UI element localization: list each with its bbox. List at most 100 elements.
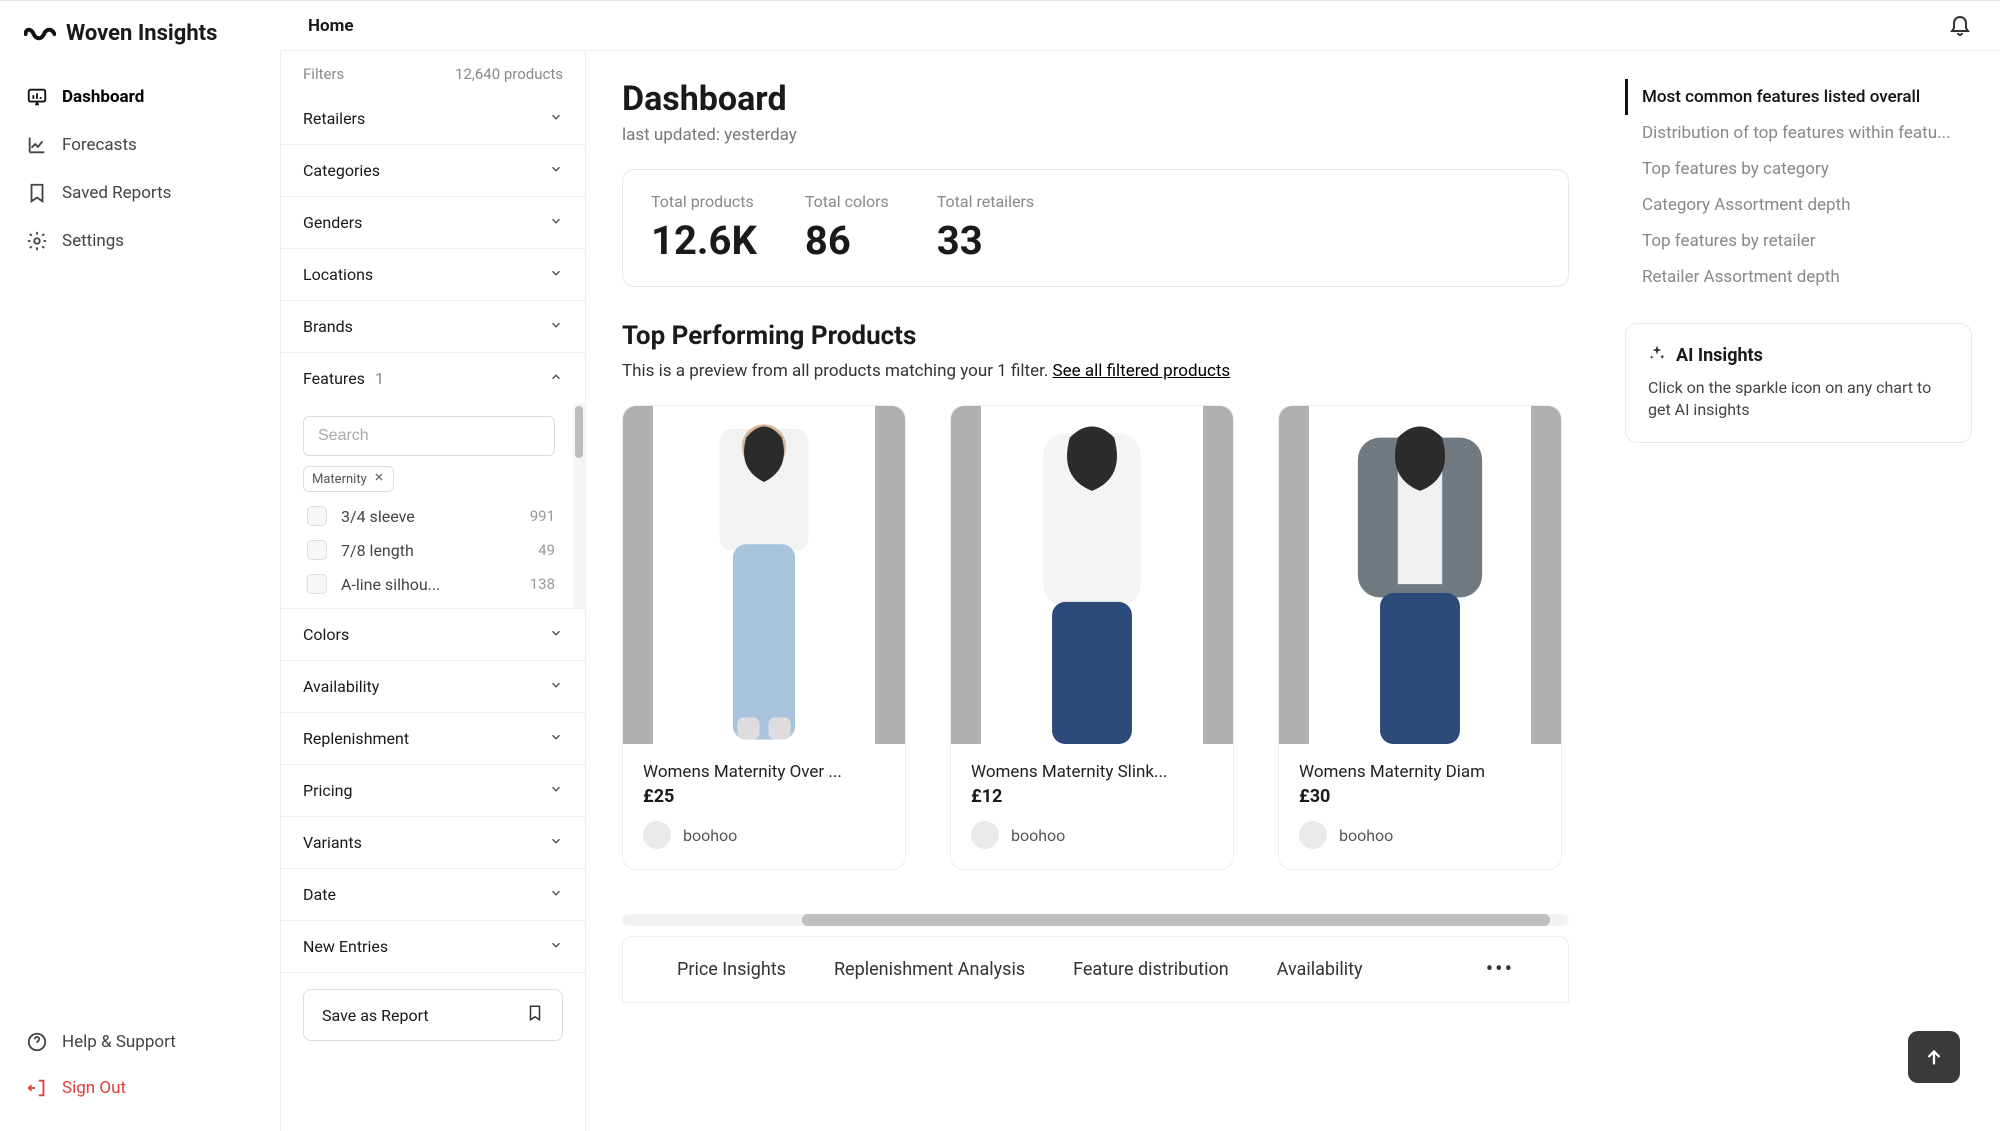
ai-title-text: AI Insights (1676, 345, 1763, 366)
tab-price-insights[interactable]: Price Insights (677, 959, 786, 980)
product-card[interactable]: Womens Maternity Slink... £12 boohoo (950, 405, 1234, 870)
checkbox[interactable] (307, 506, 327, 526)
product-title: Womens Maternity Slink... (971, 762, 1213, 782)
see-all-link[interactable]: See all filtered products (1053, 361, 1231, 381)
toc-item[interactable]: Retailer Assortment depth (1625, 259, 1972, 295)
section-title: Top Performing Products (622, 321, 1569, 351)
nav-label: Sign Out (62, 1078, 126, 1098)
filter-locations[interactable]: Locations (281, 249, 585, 301)
bell-icon[interactable] (1948, 12, 1972, 40)
filter-label: Locations (303, 265, 373, 284)
nav-saved-reports[interactable]: Saved Reports (12, 170, 268, 216)
product-card[interactable]: Womens Maternity Over ... £25 boohoo (622, 405, 906, 870)
toc-item[interactable]: Top features by category (1625, 151, 1972, 187)
toc-item[interactable]: Top features by retailer (1625, 223, 1972, 259)
filter-label: Replenishment (303, 729, 409, 748)
product-image (951, 406, 1233, 744)
filter-label: Brands (303, 317, 353, 336)
filter-label: Genders (303, 213, 362, 232)
product-card[interactable]: Womens Maternity Diam £30 boohoo (1278, 405, 1562, 870)
filters-heading: Filters (303, 65, 344, 83)
filter-variants[interactable]: Variants (281, 817, 585, 869)
filter-availability[interactable]: Availability (281, 661, 585, 713)
brand-avatar (971, 821, 999, 849)
nav-label: Dashboard (62, 87, 144, 107)
save-report-button[interactable]: Save as Report (303, 989, 563, 1041)
chevron-down-icon (549, 885, 563, 904)
filter-categories[interactable]: Categories (281, 145, 585, 197)
tab-availability[interactable]: Availability (1277, 959, 1363, 980)
filter-new-entries[interactable]: New Entries (281, 921, 585, 973)
product-brand: boohoo (683, 826, 737, 845)
product-image (1279, 406, 1561, 744)
page-title: Dashboard (622, 79, 1569, 119)
filter-label: Variants (303, 833, 362, 852)
nav-forecasts[interactable]: Forecasts (12, 122, 268, 168)
nav-help[interactable]: Help & Support (12, 1019, 268, 1065)
stat-label: Total colors (805, 192, 889, 211)
filter-label: Date (303, 885, 336, 904)
logo-icon (24, 23, 56, 45)
filter-genders[interactable]: Genders (281, 197, 585, 249)
nav-signout[interactable]: Sign Out (12, 1065, 268, 1111)
product-price: £30 (1299, 786, 1541, 807)
chevron-down-icon (549, 109, 563, 128)
page-subtitle: last updated: yesterday (622, 125, 1569, 145)
checkbox[interactable] (307, 540, 327, 560)
scroll-to-top-button[interactable] (1908, 1031, 1960, 1083)
filter-label: Categories (303, 161, 380, 180)
toc-item[interactable]: Distribution of top features within feat… (1625, 115, 1972, 151)
chevron-down-icon (549, 729, 563, 748)
brand-name: Woven Insights (66, 21, 217, 46)
nav-dashboard[interactable]: Dashboard (12, 74, 268, 120)
sparkle-icon (1648, 344, 1666, 367)
close-icon[interactable] (373, 471, 385, 487)
tab-replenishment-analysis[interactable]: Replenishment Analysis (834, 959, 1025, 980)
more-tabs-icon[interactable]: ••• (1486, 957, 1514, 982)
nav-label: Saved Reports (62, 183, 171, 203)
features-search-input[interactable] (303, 416, 555, 456)
product-brand: boohoo (1339, 826, 1393, 845)
product-brand: boohoo (1011, 826, 1065, 845)
section-subtitle-text: This is a preview from all products matc… (622, 361, 1053, 381)
chip-label: Maternity (312, 472, 367, 487)
filter-colors[interactable]: Colors (281, 609, 585, 661)
filter-chip-maternity[interactable]: Maternity (303, 466, 394, 492)
product-title: Womens Maternity Over ... (643, 762, 885, 782)
filter-replenishment[interactable]: Replenishment (281, 713, 585, 765)
filter-pricing[interactable]: Pricing (281, 765, 585, 817)
filter-brands[interactable]: Brands (281, 301, 585, 353)
bookmark-icon (526, 1004, 544, 1026)
feature-label: 3/4 sleeve (341, 507, 516, 526)
filter-label: Pricing (303, 781, 353, 800)
chevron-down-icon (549, 317, 563, 336)
filter-date[interactable]: Date (281, 869, 585, 921)
ai-insights-card: AI Insights Click on the sparkle icon on… (1625, 323, 1972, 443)
feature-count: 138 (530, 575, 555, 593)
tabs-row: Price Insights Replenishment Analysis Fe… (622, 936, 1569, 1003)
feature-option[interactable]: 7/8 length 49 (303, 540, 555, 560)
filter-retailers[interactable]: Retailers (281, 93, 585, 145)
checkbox[interactable] (307, 574, 327, 594)
features-scrollbar[interactable] (573, 404, 585, 608)
product-image (623, 406, 905, 744)
toc-item[interactable]: Most common features listed overall (1625, 79, 1972, 115)
nav-label: Settings (62, 231, 124, 251)
horizontal-scrollbar[interactable] (622, 914, 1569, 926)
brand-logo: Woven Insights (0, 21, 280, 74)
brand-avatar (643, 821, 671, 849)
filters-count: 12,640 products (455, 65, 563, 83)
feature-option[interactable]: 3/4 sleeve 991 (303, 506, 555, 526)
filter-features[interactable]: Features 1 (281, 353, 585, 404)
nav-settings[interactable]: Settings (12, 218, 268, 264)
header: Home (280, 1, 2000, 51)
tab-feature-distribution[interactable]: Feature distribution (1073, 959, 1229, 980)
chevron-down-icon (549, 161, 563, 180)
toc-item[interactable]: Category Assortment depth (1625, 187, 1972, 223)
breadcrumb: Home (308, 16, 354, 36)
nav-label: Help & Support (62, 1032, 176, 1052)
nav-sidebar: Woven Insights Dashboard Forecasts Saved… (0, 1, 280, 1131)
chevron-down-icon (549, 213, 563, 232)
chevron-down-icon (549, 781, 563, 800)
feature-option[interactable]: A-line silhou... 138 (303, 574, 555, 594)
